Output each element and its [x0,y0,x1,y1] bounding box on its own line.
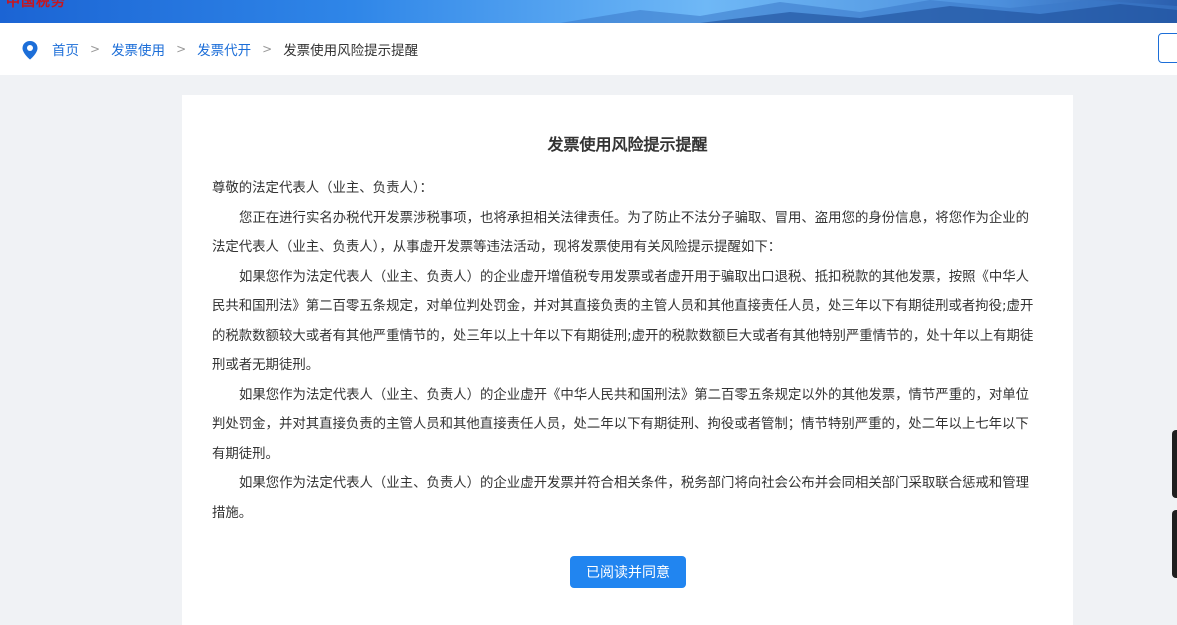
notice-paragraph: 如果您作为法定代表人（业主、负责人）的企业虚开增值税专用发票或者虚开用于骗取出口… [212,269,1034,374]
location-pin-icon [22,41,38,60]
breadcrumb-invoice-issuance[interactable]: 发票代开 [197,39,251,59]
breadcrumb-separator: > [90,42,101,56]
notice-card: 发票使用风险提示提醒 尊敬的法定代表人（业主、负责人）： 您正在进行实名办税代开… [182,95,1073,625]
notice-paragraph: 如果您作为法定代表人（业主、负责人）的企业虚开发票并符合相关条件，税务部门将向社… [212,476,1030,521]
agree-button[interactable]: 已阅读并同意 [570,556,686,588]
breadcrumb-invoice-usage[interactable]: 发票使用 [111,39,165,59]
side-float-tab[interactable] [1172,430,1177,498]
breadcrumb-separator: > [176,42,187,56]
breadcrumb-home[interactable]: 首页 [52,39,79,59]
header-banner: 中国税务 [0,0,1177,23]
breadcrumb-separator: > [262,42,273,56]
notice-salutation: 尊敬的法定代表人（业主、负责人）： [212,181,433,196]
notice-paragraph: 如果您作为法定代表人（业主、负责人）的企业虚开《中华人民共和国刑法》第二百零五条… [212,387,1030,462]
site-logo[interactable]: 中国税务 [6,0,66,11]
top-right-button[interactable] [1158,33,1177,63]
breadcrumb-current: 发票使用风险提示提醒 [283,43,419,59]
notice-body: 尊敬的法定代表人（业主、负责人）： 您正在进行实名办税代开发票涉税事项，也将承担… [212,174,1042,528]
notice-paragraph: 您正在进行实名办税代开发票涉税事项，也将承担相关法律责任。为了防止不法分子骗取、… [212,210,1030,256]
notice-title: 发票使用风险提示提醒 [547,135,708,154]
breadcrumb: 首页 > 发票使用 > 发票代开 > 发票使用风险提示提醒 [52,39,418,59]
mountain-decoration [560,0,1177,23]
side-float-tab[interactable] [1172,510,1177,578]
breadcrumb-bar: 首页 > 发票使用 > 发票代开 > 发票使用风险提示提醒 [0,23,1177,75]
